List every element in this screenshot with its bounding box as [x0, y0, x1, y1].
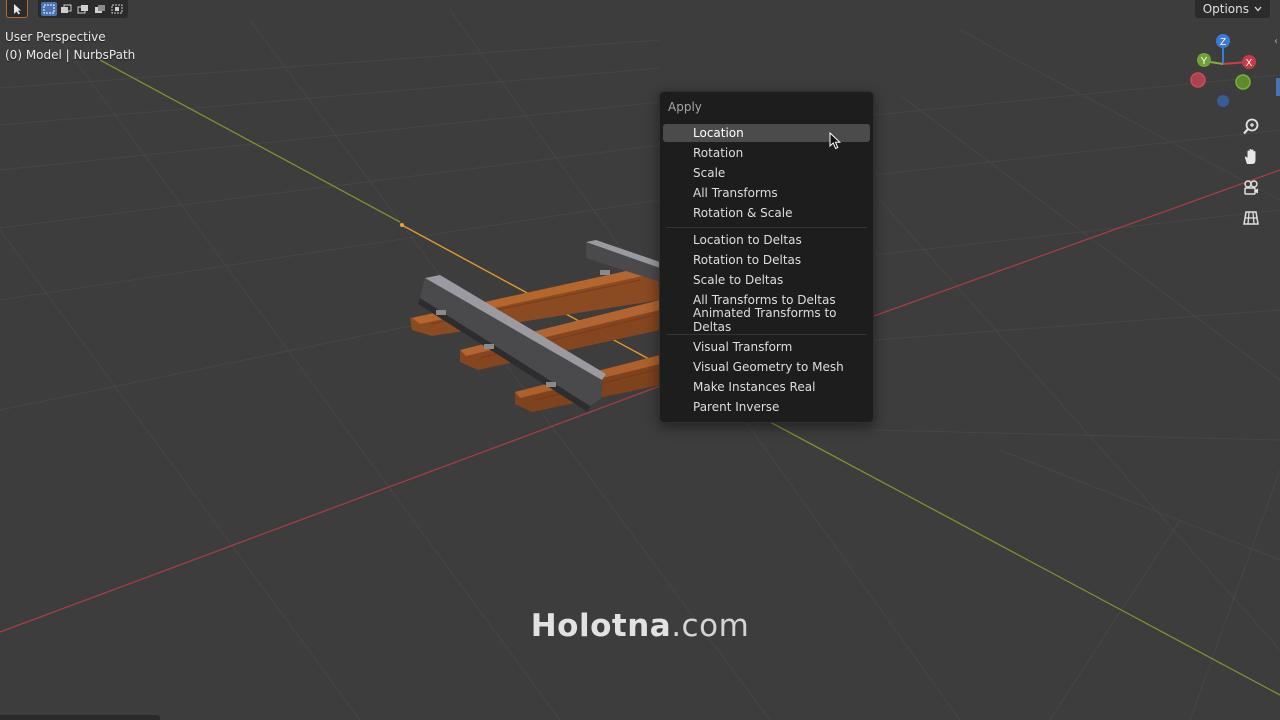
select-cursor-icon[interactable] [6, 0, 28, 18]
menu-item-label: All Transforms to Deltas [693, 293, 836, 307]
select-intersect-icon[interactable] [109, 2, 125, 16]
header-toolbar [6, 0, 128, 18]
gizmo-x-label: X [1246, 58, 1253, 69]
menu-item-rotation-to-deltas[interactable]: Rotation to Deltas [663, 251, 870, 269]
object-origin [400, 223, 404, 227]
gizmo-neg-x[interactable] [1190, 72, 1206, 88]
y-axis-line-right [769, 421, 1280, 696]
menu-item-visual-geometry-to-mesh[interactable]: Visual Geometry to Mesh [663, 358, 870, 376]
menu-item-scale-to-deltas[interactable]: Scale to Deltas [663, 271, 870, 289]
collapse-arrow-icon[interactable]: ‹ [1274, 36, 1278, 47]
menu-item-all-transforms[interactable]: All Transforms [663, 184, 870, 202]
sidebar-tab[interactable] [1276, 78, 1280, 96]
watermark-brand: Holotna [530, 608, 672, 644]
railroad-model[interactable] [410, 240, 660, 412]
status-bar-stub [0, 715, 160, 720]
menu-item-visual-transform[interactable]: Visual Transform [663, 338, 870, 356]
selection-mode-group [38, 0, 128, 18]
watermark: Holotna.com [0, 608, 1280, 644]
menu-separator [666, 334, 867, 335]
grid-ortho-icon[interactable] [1238, 205, 1264, 231]
menu-item-label: Rotation to Deltas [693, 253, 802, 267]
select-invert-icon[interactable] [92, 2, 108, 16]
select-new-icon[interactable] [41, 2, 57, 16]
view-name: User Perspective [5, 30, 106, 44]
chevron-down-icon [1254, 6, 1262, 12]
menu-item-label: Visual Geometry to Mesh [693, 360, 844, 374]
menu-item-label: Location [693, 126, 744, 140]
menu-separator [666, 227, 867, 228]
menu-item-label: Scale [693, 166, 726, 180]
gizmo-y-label: Y [1201, 56, 1208, 67]
zoom-icon[interactable] [1238, 114, 1264, 140]
hand-pan-icon[interactable] [1238, 144, 1264, 170]
menu-item-scale[interactable]: Scale [663, 164, 870, 182]
menu-item-label: Animated Transforms to Deltas [693, 306, 837, 334]
menu-item-label: All Transforms [693, 186, 778, 200]
menu-title: Apply [668, 100, 702, 114]
x-axis-line-right [873, 169, 1280, 317]
gizmo-neg-y[interactable] [1235, 74, 1251, 90]
menu-item-rotation-scale[interactable]: Rotation & Scale [663, 204, 870, 222]
watermark-suffix: .com [671, 608, 750, 644]
gizmo-neg-z[interactable] [1217, 95, 1229, 107]
options-label: Options [1202, 2, 1249, 16]
object-info: (0) Model | NurbsPath [5, 47, 136, 62]
menu-item-parent-inverse[interactable]: Parent Inverse [663, 398, 870, 416]
menu-item-label: Rotation & Scale [693, 206, 793, 220]
menu-item-label: Visual Transform [693, 340, 793, 354]
menu-item-make-instances-real[interactable]: Make Instances Real [663, 378, 870, 396]
x-axis-line [0, 385, 661, 633]
camera-icon[interactable] [1238, 175, 1264, 201]
menu-item-location-to-deltas[interactable]: Location to Deltas [663, 231, 870, 249]
menu-item-label: Rotation [693, 146, 744, 160]
viewport-info: User Perspective (0) Model | NurbsPath [5, 29, 135, 64]
menu-item-label: Scale to Deltas [693, 273, 784, 287]
menu-item-animated-transforms-to-deltas[interactable]: Animated Transforms to Deltas [663, 306, 870, 334]
select-extend-icon[interactable] [58, 2, 74, 16]
options-dropdown[interactable]: Options [1194, 0, 1270, 18]
y-axis-line [99, 59, 401, 223]
menu-item-label: Parent Inverse [693, 400, 780, 414]
navigation-gizmo[interactable]: Z Y X [1186, 32, 1258, 108]
select-subtract-icon[interactable] [75, 2, 91, 16]
gizmo-z-label: Z [1220, 37, 1226, 48]
menu-item-label: Location to Deltas [693, 233, 802, 247]
mouse-cursor-icon [829, 132, 842, 150]
menu-item-label: Make Instances Real [693, 380, 816, 394]
